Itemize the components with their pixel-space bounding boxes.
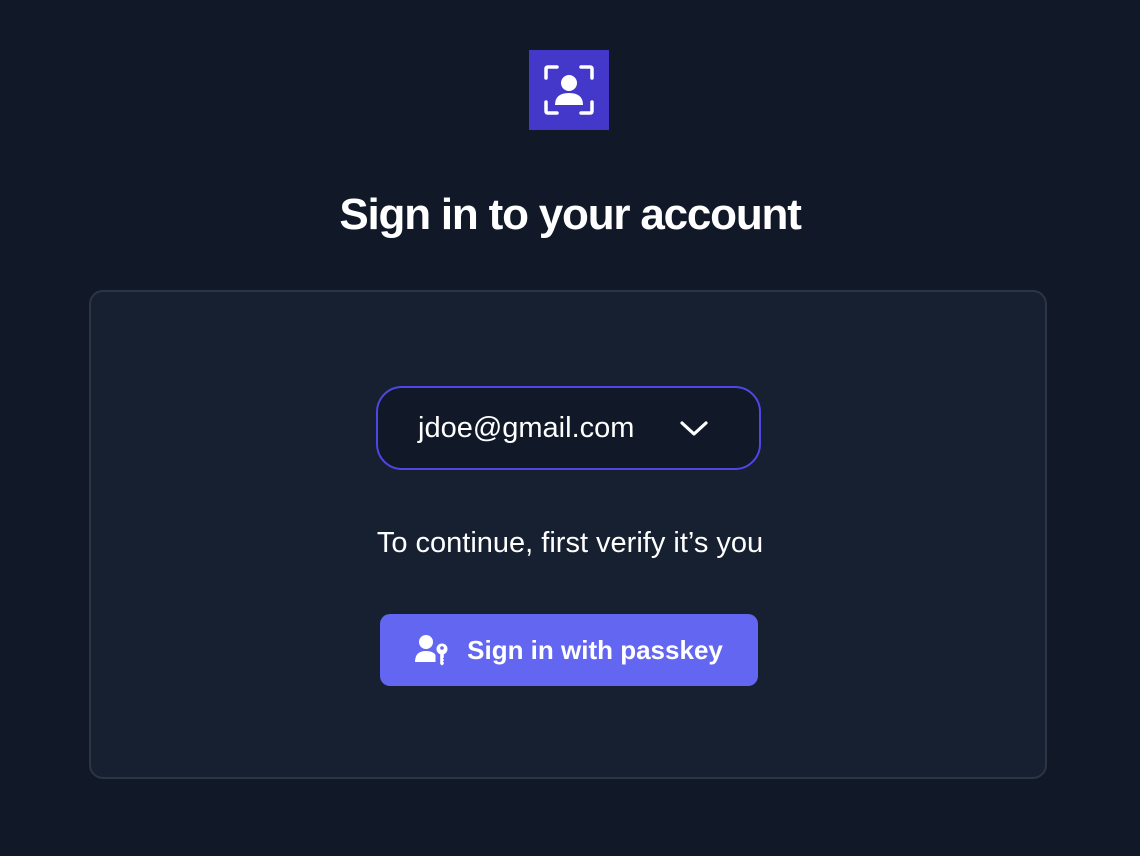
sign-in-with-passkey-button[interactable]: Sign in with passkey: [380, 614, 758, 686]
page-title: Sign in to your account: [339, 190, 802, 239]
user-key-icon: [415, 634, 449, 666]
verify-message: To continue, first verify it’s you: [376, 527, 764, 559]
sign-in-page: Sign in to your account jdoe@gmail.com T…: [0, 0, 1140, 856]
account-email: jdoe@gmail.com: [418, 412, 635, 444]
app-logo: [529, 50, 609, 130]
user-focus-icon: [544, 65, 594, 115]
account-select-dropdown[interactable]: jdoe@gmail.com: [376, 386, 761, 470]
chevron-down-icon: [677, 416, 711, 442]
passkey-button-label: Sign in with passkey: [467, 635, 723, 665]
